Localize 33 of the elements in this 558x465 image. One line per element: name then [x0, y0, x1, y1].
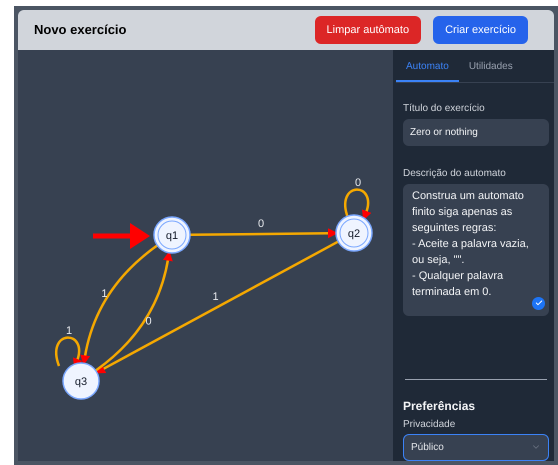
action-button[interactable]: Criar exercício	[433, 16, 528, 44]
transition-arrow[interactable]	[80, 244, 158, 366]
transition-label: 0	[354, 176, 362, 189]
action-button[interactable]: Limpar autômato	[314, 16, 422, 44]
transition-arrow[interactable]	[95, 240, 339, 374]
transition-arrow[interactable]	[55, 336, 82, 369]
panel-tab[interactable]: Utilidades	[458, 52, 523, 82]
field-label: Título do exercício	[403, 102, 486, 116]
transition-arrow[interactable]	[94, 250, 173, 372]
check-icon	[532, 296, 545, 310]
field-label: Descrição do automato	[403, 167, 507, 182]
field-label: Privacidade	[403, 418, 456, 432]
transition-label: 0	[146, 316, 152, 328]
state-label: q3	[74, 376, 88, 388]
privacy-select[interactable]: Público	[403, 434, 549, 461]
state-label: q2	[348, 228, 360, 240]
transition-arrow[interactable]	[190, 228, 338, 238]
transition-label: 0	[258, 218, 264, 230]
transition-arrow[interactable]	[344, 188, 372, 221]
transition-label: 1	[101, 288, 108, 300]
panel-tab[interactable]: Automato	[396, 52, 459, 82]
title-field[interactable]: Zero or nothing	[403, 119, 549, 146]
description-text: Construa um automato finito siga apenas as seguintes regras: - Aceite a palavra vazia, ou seja, "". - Qualquer palavra terminada em 0.	[412, 189, 530, 300]
description-field[interactable]: Construa um automato finito siga apenas as seguintes regras: - Aceite a palavra vazia, ou seja, "". - Qualquer palavra terminada em 0.	[403, 184, 549, 316]
state-label: q1	[166, 230, 178, 242]
state-node[interactable]	[335, 214, 373, 252]
transition-label: 1	[212, 290, 219, 303]
state-node[interactable]	[62, 362, 100, 400]
transition-label: 1	[66, 324, 72, 337]
automaton-canvas[interactable]: 0 0 1 1 0 1 q1 q2 q3	[18, 50, 393, 461]
state-node[interactable]	[153, 216, 191, 254]
section-heading: Preferências	[403, 398, 476, 415]
page-title: Novo exercício	[34, 21, 126, 40]
